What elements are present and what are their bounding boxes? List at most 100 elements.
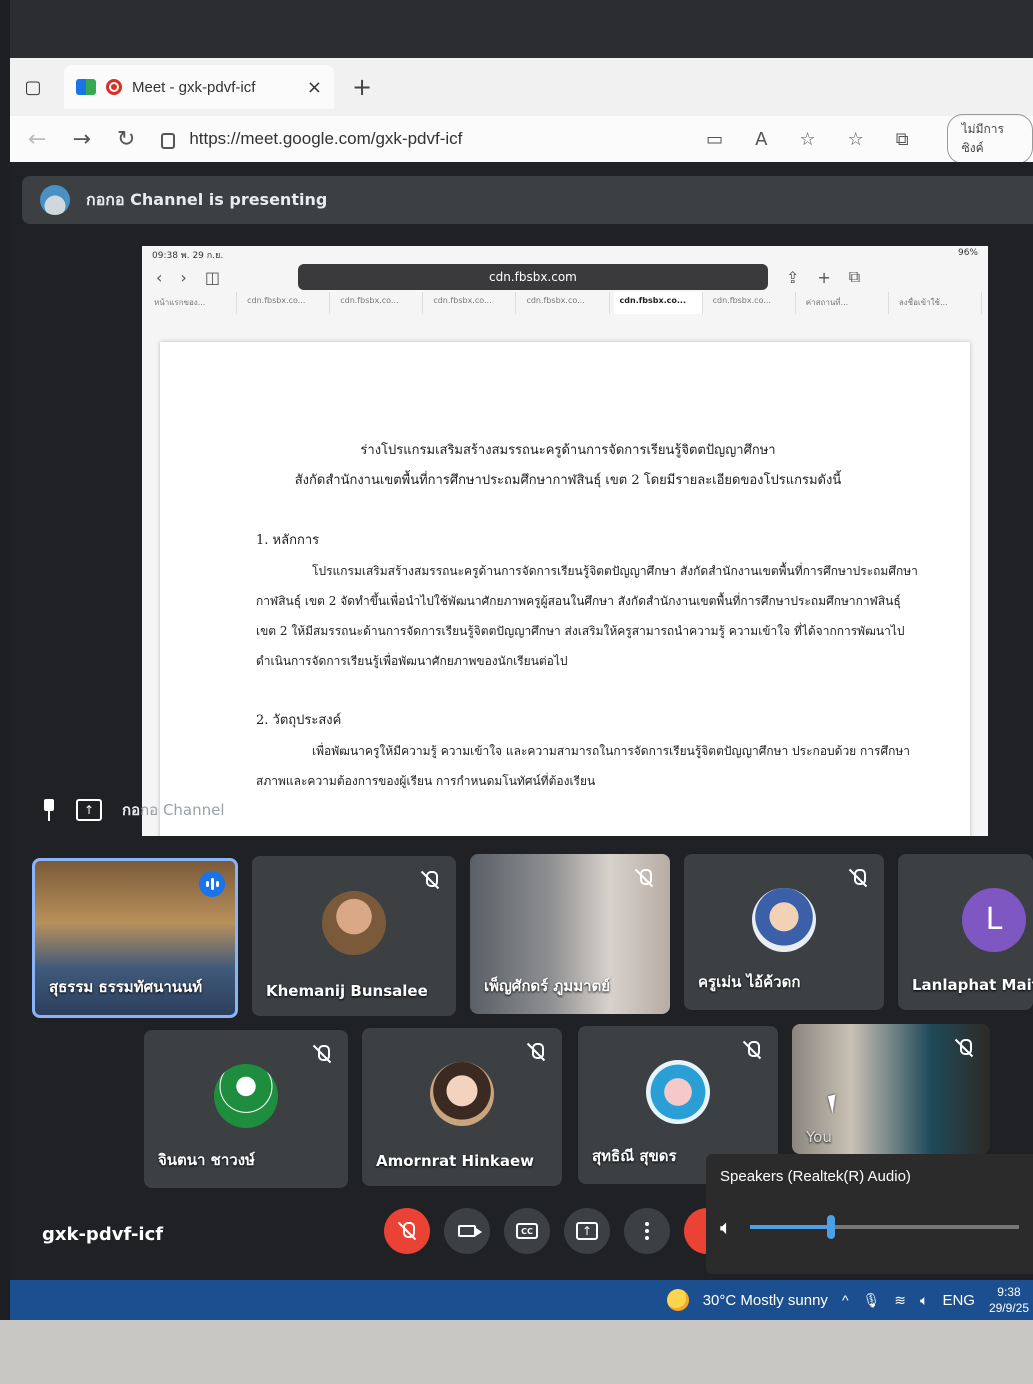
present-button[interactable]: ↑ bbox=[564, 1208, 610, 1254]
avatar bbox=[322, 891, 386, 956]
clock[interactable]: 9:38 29/9/25 bbox=[989, 1284, 1029, 1316]
favorites-icon[interactable]: ☆ bbox=[848, 129, 864, 150]
ipad-url: cdn.fbsbx.com bbox=[297, 264, 768, 290]
speakers-flyout: Speakers (Realtek(R) Audio) 🔈︎ bbox=[706, 1154, 1033, 1274]
participant-tile[interactable]: เพ็ญศักดร์ ภูมมาตย์ bbox=[470, 854, 670, 1014]
doc-section-1: 1. หลักการ bbox=[256, 533, 320, 548]
ipad-tab-strip: หน้าแรกของ... cdn.fbsbx.co... cdn.fbsbx.… bbox=[142, 292, 988, 314]
tray-chevron-icon[interactable]: ^ bbox=[842, 1292, 849, 1308]
participant-name: Lanlaphat Maitre bbox=[912, 976, 1033, 994]
toolbar-icons: ▭ A ☆ ☆ ⧉ ไม่มีการซิงค์ bbox=[706, 114, 1033, 164]
url-text: https://meet.google.com/gxk-pdvf-icf bbox=[189, 129, 463, 148]
camera-icon bbox=[458, 1225, 482, 1237]
tab-actions-icon[interactable]: ▢ bbox=[20, 74, 46, 100]
avatar bbox=[646, 1060, 710, 1125]
mic-toggle-button[interactable] bbox=[384, 1208, 430, 1254]
participant-tile[interactable]: ครูเม่น ไอ้ค้วดก bbox=[684, 854, 884, 1010]
meet-stage: กอกอ Channel is presenting 09:38 พ. 29 ก… bbox=[10, 162, 1033, 1280]
volume-slider-thumb[interactable] bbox=[826, 1215, 835, 1239]
participant-tile[interactable]: จินตนา ชาวงษ์ bbox=[144, 1030, 348, 1188]
status-time: 09:38 พ. 29 ก.ย. bbox=[152, 251, 224, 261]
presentation-tools: ↑ กอกอ Channel bbox=[42, 798, 225, 822]
browser-window: ▢ Meet - gxk-pdvf-icf × + ← → ↻ https://… bbox=[10, 58, 1033, 164]
weather-text[interactable]: 30°C Mostly sunny bbox=[703, 1292, 828, 1309]
camera-icon[interactable]: ▭ bbox=[706, 129, 723, 150]
ipad-tab: หน้าแรกของ... bbox=[148, 292, 238, 314]
mic-off-icon bbox=[526, 1042, 546, 1062]
profile-sync-button[interactable]: ไม่มีการซิงค์ bbox=[946, 114, 1033, 164]
avatar bbox=[752, 887, 816, 952]
avatar bbox=[430, 1062, 494, 1127]
desk-surface bbox=[0, 1320, 1033, 1384]
clock-date: 29/9/25 bbox=[988, 1301, 1029, 1315]
camera-toggle-button[interactable] bbox=[444, 1208, 490, 1254]
tabs-icon: ⧉ bbox=[848, 267, 861, 286]
captions-button[interactable]: CC bbox=[504, 1208, 550, 1254]
ipad-status-bar: 09:38 พ. 29 ก.ย. 96% bbox=[142, 246, 988, 262]
forward-icon[interactable]: → bbox=[72, 127, 90, 152]
doc-paragraph-2: เพื่อพัฒนาครูให้มีความรู้ ความเข้าใจ และ… bbox=[256, 744, 911, 788]
status-battery: 96% bbox=[957, 248, 978, 258]
meet-logo-icon bbox=[76, 79, 96, 95]
volume-tray-icon[interactable]: 🔈︎ bbox=[920, 1292, 928, 1309]
recording-icon bbox=[106, 79, 122, 95]
participant-tile[interactable]: สุธรรม ธรรมทัศนานนท์ bbox=[32, 858, 238, 1018]
more-options-button[interactable] bbox=[624, 1208, 670, 1254]
new-tab-button[interactable]: + bbox=[352, 73, 372, 101]
shared-screen: 09:38 พ. 29 ก.ย. 96% ‹ › ◫ cdn.fbsbx.com… bbox=[142, 246, 988, 836]
presenting-text: กอกอ Channel is presenting bbox=[86, 189, 328, 209]
volume-slider[interactable] bbox=[750, 1215, 1019, 1239]
mic-off-icon bbox=[312, 1044, 332, 1064]
pin-icon[interactable] bbox=[42, 799, 56, 821]
presenter-label: กอกอ Channel bbox=[122, 801, 225, 819]
present-icon[interactable]: ↑ bbox=[76, 799, 102, 821]
doc-heading-2: สังกัดสำนักงานเขตพื้นที่การศึกษาประถมศึก… bbox=[294, 473, 842, 488]
read-aloud-icon[interactable]: A bbox=[755, 129, 767, 150]
share-icon: ⇪ bbox=[785, 267, 800, 287]
ipad-browser-bar: ‹ › ◫ cdn.fbsbx.com ⇪ + ⧉ bbox=[142, 262, 988, 292]
mic-off-icon bbox=[954, 1038, 974, 1058]
participant-tile-self[interactable]: You bbox=[792, 1024, 990, 1154]
tab-meet[interactable]: Meet - gxk-pdvf-icf × bbox=[64, 65, 334, 109]
present-icon: ↑ bbox=[576, 1222, 598, 1240]
weather-sun-icon bbox=[666, 1289, 689, 1311]
ipad-tab: cdn.fbsbx.co... bbox=[520, 292, 610, 314]
close-tab-icon[interactable]: × bbox=[307, 77, 322, 98]
tab-title: Meet - gxk-pdvf-icf bbox=[132, 78, 256, 96]
speaker-volume-icon[interactable]: 🔈︎ bbox=[720, 1215, 732, 1239]
back-icon[interactable]: ← bbox=[28, 127, 46, 152]
favorite-add-icon[interactable]: ☆ bbox=[799, 129, 815, 150]
windows-taskbar: 30°C Mostly sunny ^ 🎙︎ ≋ 🔈︎ ENG 9:38 29/… bbox=[10, 1280, 1033, 1320]
microphone-tray-icon[interactable]: 🎙︎ bbox=[863, 1292, 881, 1309]
avatar: L bbox=[962, 887, 1026, 952]
speaking-indicator-icon bbox=[199, 871, 225, 897]
collections-icon[interactable]: ⧉ bbox=[896, 129, 909, 150]
ipad-tab: cdn.fbsbx.co... bbox=[427, 292, 517, 314]
volume-slider-fill bbox=[750, 1225, 831, 1229]
participant-name: Amornrat Hinkaew bbox=[376, 1152, 535, 1170]
monitor-bezel-left bbox=[0, 0, 10, 1384]
wifi-icon[interactable]: ≋ bbox=[894, 1292, 906, 1309]
participant-name: สุธรรม ธรรมทัศนานนท์ bbox=[49, 978, 203, 996]
ipad-tab: ลงชื่อเข้าใช้... bbox=[893, 292, 982, 314]
participant-name: จินตนา ชาวงษ์ bbox=[158, 1151, 255, 1169]
participant-tile[interactable]: Khemanij Bunsalee bbox=[252, 856, 456, 1016]
meeting-code: gxk-pdvf-icf bbox=[42, 1224, 164, 1245]
language-indicator[interactable]: ENG bbox=[942, 1292, 975, 1309]
monitor-bezel bbox=[0, 0, 1033, 60]
mic-off-icon bbox=[420, 870, 440, 890]
participant-name: Khemanij Bunsalee bbox=[266, 982, 428, 1000]
ipad-tab-active: cdn.fbsbx.co... bbox=[613, 292, 703, 314]
doc-section-2: 2. วัตถุประสงค์ bbox=[256, 713, 342, 728]
volume-row: 🔈︎ bbox=[720, 1215, 1019, 1239]
participant-tile[interactable]: L Lanlaphat Maitre bbox=[898, 854, 1033, 1010]
refresh-icon[interactable]: ↻ bbox=[117, 127, 135, 152]
tab-bar: ▢ Meet - gxk-pdvf-icf × + bbox=[10, 58, 1033, 116]
doc-heading-1: ร่างโปรแกรมเสริมสร้างสมรรถนะครูด้านการจั… bbox=[360, 443, 776, 458]
speakers-device-label: Speakers (Realtek(R) Audio) bbox=[720, 1168, 911, 1185]
document-page: ร่างโปรแกรมเสริมสร้างสมรรถนะครูด้านการจั… bbox=[160, 342, 970, 836]
ipad-tab: cdn.fbsbx.co... bbox=[707, 292, 796, 314]
ipad-tab: cdn.fbsbx.co... bbox=[241, 292, 331, 314]
url-field[interactable]: https://meet.google.com/gxk-pdvf-icf bbox=[161, 129, 620, 149]
participant-tile[interactable]: Amornrat Hinkaew bbox=[362, 1028, 562, 1186]
